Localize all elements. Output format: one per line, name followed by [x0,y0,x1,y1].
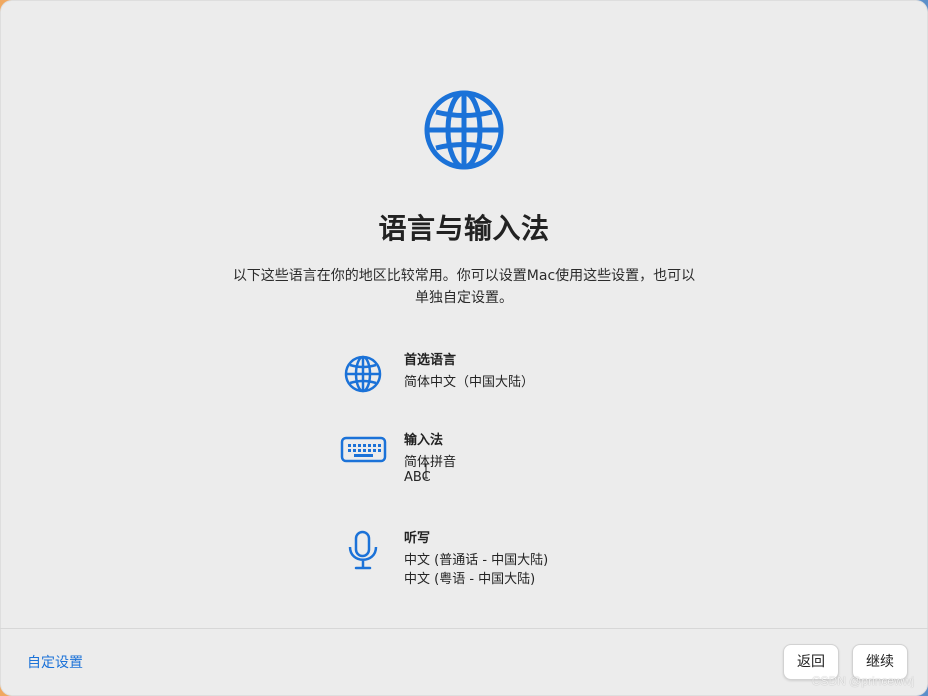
custom-settings-link[interactable]: 自定设置 [27,652,83,672]
globe-icon [424,90,504,170]
setting-title: 听写 [404,531,431,546]
dictation-setting: 听写 中文 (普通话 - 中国大陆) 中文 (粤语 - 中国大陆) [337,522,617,587]
page-title: 语言与输入法 [378,212,550,245]
keyboard-icon [340,436,387,463]
description-line: 以下这些语言在你的地区比较常用。你可以设置Mac使用这些设置，也可以 [232,268,696,284]
description-line: 单独自定设置。 [415,290,513,306]
globe-icon [344,355,382,393]
input-method-setting: 输入法 简体拼音 ABC [337,424,617,485]
description: 以下这些语言在你的地区比较常用。你可以设置Mac使用这些设置，也可以 单独自定设… [0,265,928,309]
setting-value: 中文 (普通话 - 中国大陆) [404,553,549,568]
setting-title: 首选语言 [404,353,457,368]
setting-title: 输入法 [404,433,444,448]
microphone-icon [348,530,378,570]
watermark: CSDN @princewwj [811,674,914,688]
footer-separator [0,628,928,629]
setting-value: 简体中文（中国大陆） [404,375,535,390]
text-cursor-icon [424,463,428,479]
setup-window: 语言与输入法 以下这些语言在你的地区比较常用。你可以设置Mac使用这些设置，也可… [0,0,928,696]
setting-value: 简体拼音 [404,455,457,470]
setting-value: 中文 (粤语 - 中国大陆) [404,572,536,587]
preferred-language-setting: 首选语言 简体中文（中国大陆） [337,344,617,404]
